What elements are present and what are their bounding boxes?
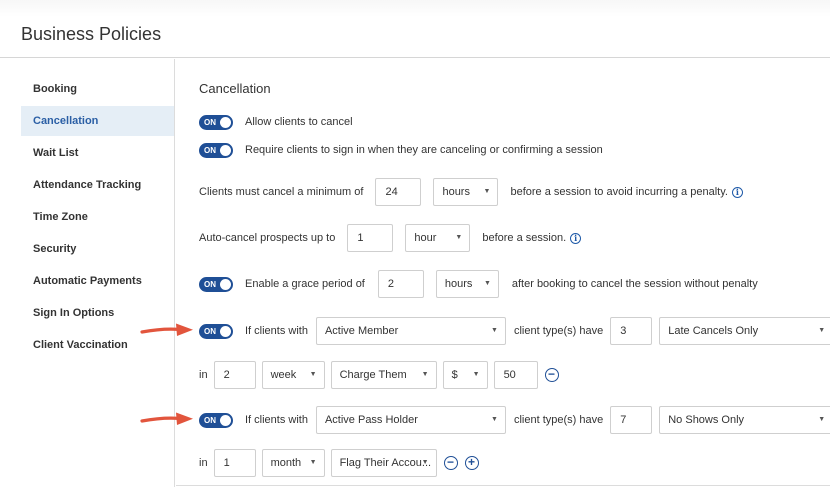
chevron-down-icon: ▼: [818, 416, 826, 423]
rule2-condition-row: ON If clients with Active Pass Holder ▼ …: [199, 402, 830, 438]
toggle-label: ON: [204, 145, 216, 155]
select-value: Active Member: [324, 325, 399, 337]
rule1-condition-row: ON If clients with Active Member ▼ clien…: [199, 313, 830, 349]
toggle-knob: [220, 116, 231, 128]
client-types-have-label: client type(s) have: [513, 414, 604, 426]
grace-period-unit-select[interactable]: hours ▼: [435, 270, 499, 298]
require-sign-in-label: Require clients to sign in when they are…: [245, 144, 603, 156]
select-value: week: [270, 369, 297, 381]
select-value: $: [451, 369, 458, 381]
chevron-down-icon: ▼: [472, 371, 480, 378]
rule2-count-input[interactable]: 7: [610, 406, 653, 434]
grace-period-prefix: Enable a grace period of: [245, 278, 365, 290]
select-value: Active Pass Holder: [324, 414, 418, 426]
annotation-arrow-icon: [140, 323, 193, 336]
chevron-down-icon: ▼: [455, 234, 463, 241]
sidebar-item-cancellation[interactable]: Cancellation: [21, 106, 174, 136]
sidebar-item-time-zone[interactable]: Time Zone: [21, 202, 174, 232]
require-sign-in-row: ON Require clients to sign in when they …: [199, 132, 603, 168]
select-value: hours: [444, 278, 473, 290]
select-value: hour: [414, 232, 437, 244]
allow-cancel-toggle[interactable]: ON: [199, 114, 233, 130]
chevron-down-icon: ▼: [483, 188, 491, 195]
chevron-down-icon: ▼: [421, 459, 429, 466]
annotation-arrow-icon: [140, 412, 193, 425]
sidebar-item-automatic-payments[interactable]: Automatic Payments: [21, 266, 174, 296]
section-title: Cancellation: [199, 81, 271, 96]
minimum-cancel-prefix: Clients must cancel a minimum of: [199, 186, 364, 198]
toggle-knob: [220, 325, 231, 337]
rule1-policy-select[interactable]: Late Cancels Only ▼: [659, 317, 830, 345]
remove-rule-minus-icon[interactable]: −: [544, 368, 559, 382]
rule1-currency-select[interactable]: $ ▼: [442, 361, 488, 389]
sidebar-item-attendance-tracking[interactable]: Attendance Tracking: [21, 170, 174, 200]
minimum-cancel-row: Clients must cancel a minimum of 24 hour…: [199, 174, 743, 210]
toggle-label: ON: [204, 279, 216, 289]
toggle-knob: [220, 414, 231, 426]
select-value: Flag Their Accou...: [339, 457, 432, 469]
select-value: Charge Them: [339, 369, 407, 381]
grace-period-suffix: after booking to cancel the session with…: [511, 278, 758, 290]
rule1-client-type-select[interactable]: Active Member ▼: [315, 317, 506, 345]
grace-period-toggle[interactable]: ON: [199, 276, 233, 292]
minimum-cancel-unit-select[interactable]: hours ▼: [433, 178, 499, 206]
rule1-action-select[interactable]: Charge Them ▼: [330, 361, 437, 389]
require-sign-in-toggle[interactable]: ON: [199, 142, 233, 158]
select-value: Late Cancels Only: [668, 325, 759, 337]
main-panel: Cancellation ON Allow clients to cancel …: [176, 59, 830, 487]
toggle-label: ON: [204, 117, 216, 127]
client-types-have-label: client type(s) have: [513, 325, 604, 337]
sidebar-item-booking[interactable]: Booking: [21, 74, 174, 104]
auto-cancel-input[interactable]: 1: [347, 224, 394, 252]
grace-period-input[interactable]: 2: [377, 270, 424, 298]
minimum-cancel-input[interactable]: 24: [375, 178, 422, 206]
toggle-label: ON: [204, 326, 216, 336]
chevron-down-icon: ▼: [309, 459, 317, 466]
chevron-down-icon: ▼: [421, 371, 429, 378]
remove-rule-minus-icon[interactable]: −: [443, 456, 458, 470]
rule2-period-input[interactable]: 1: [213, 449, 256, 477]
chevron-down-icon: ▼: [309, 371, 317, 378]
rule2-client-type-select[interactable]: Active Pass Holder ▼: [315, 406, 506, 434]
rule2-toggle[interactable]: ON: [199, 412, 233, 428]
rule2-action-row: in 1 month ▼ Flag Their Accou... ▼ − +: [199, 445, 479, 481]
in-label: in: [199, 457, 208, 469]
bottom-divider: [176, 485, 830, 486]
info-icon[interactable]: i: [570, 232, 582, 244]
chevron-down-icon: ▼: [491, 416, 498, 423]
rule1-period-unit-select[interactable]: week ▼: [261, 361, 325, 389]
allow-cancel-label: Allow clients to cancel: [245, 116, 353, 128]
rule1-period-input[interactable]: 2: [213, 361, 256, 389]
rule1-count-input[interactable]: 3: [610, 317, 653, 345]
rule1-amount-input[interactable]: 50: [493, 361, 538, 389]
toggle-label: ON: [204, 415, 216, 425]
grace-period-row: ON Enable a grace period of 2 hours ▼ af…: [199, 266, 758, 302]
select-value: No Shows Only: [668, 414, 745, 426]
chevron-down-icon: ▼: [818, 327, 826, 334]
auto-cancel-suffix: before a session.: [482, 232, 567, 244]
auto-cancel-unit-select[interactable]: hour ▼: [405, 224, 471, 252]
page-title: Business Policies: [21, 24, 162, 44]
sidebar-item-security[interactable]: Security: [21, 234, 174, 264]
auto-cancel-row: Auto-cancel prospects up to 1 hour ▼ bef…: [199, 220, 582, 256]
toggle-knob: [220, 144, 231, 156]
chevron-down-icon: ▼: [491, 327, 498, 334]
if-clients-with-label: If clients with: [245, 325, 308, 337]
chevron-down-icon: ▼: [483, 280, 491, 287]
info-icon[interactable]: i: [731, 186, 743, 198]
in-label: in: [199, 369, 208, 381]
rule2-period-unit-select[interactable]: month ▼: [261, 449, 325, 477]
rule1-action-row: in 2 week ▼ Charge Them ▼ $ ▼ 50 −: [199, 357, 559, 393]
minimum-cancel-suffix: before a session to avoid incurring a pe…: [510, 186, 728, 198]
select-value: hours: [442, 186, 470, 198]
if-clients-with-label: If clients with: [245, 414, 308, 426]
add-rule-plus-icon[interactable]: +: [464, 456, 479, 470]
rule2-action-select[interactable]: Flag Their Accou... ▼: [330, 449, 437, 477]
auto-cancel-prefix: Auto-cancel prospects up to: [199, 232, 336, 244]
rule2-policy-select[interactable]: No Shows Only ▼: [659, 406, 830, 434]
toggle-knob: [220, 278, 231, 290]
sidebar-item-wait-list[interactable]: Wait List: [21, 138, 174, 168]
select-value: month: [270, 457, 302, 469]
rule1-toggle[interactable]: ON: [199, 323, 233, 339]
